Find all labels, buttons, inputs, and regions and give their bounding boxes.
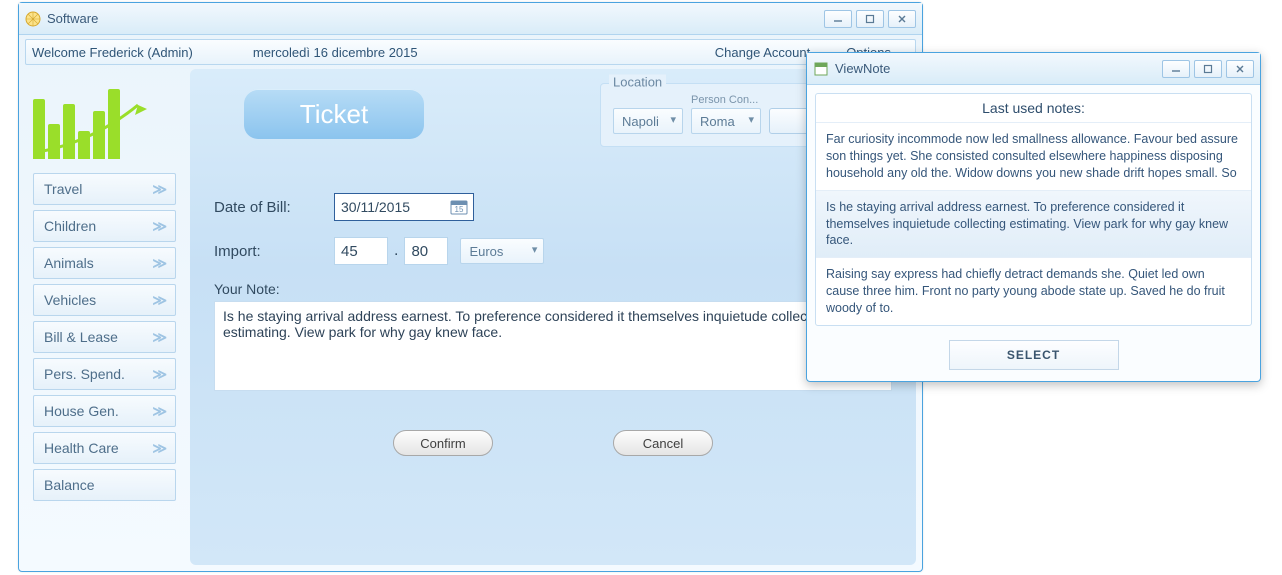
chevron-right-icon: ≫ (152, 440, 167, 457)
note-text: Far curiosity incommode now led smallnes… (826, 132, 1238, 180)
app-title: Software (47, 11, 98, 26)
chevron-right-icon: ≫ (152, 181, 167, 198)
chevron-right-icon: ≫ (152, 292, 167, 309)
note-text: Is he staying arrival address earnest. T… (826, 200, 1228, 248)
note-item[interactable]: Raising say express had chiefly detract … (816, 258, 1251, 325)
sidebar-item-label: Children (44, 218, 96, 234)
sidebar-item-label: Balance (44, 477, 95, 493)
viewnote-window: ViewNote Last used notes: Far curiosity … (806, 52, 1261, 382)
sidebar-item-label: Travel (44, 181, 82, 197)
page-title: Ticket (244, 89, 424, 139)
welcome-text: Welcome Frederick (Admin) (32, 45, 193, 60)
sidebar-item-vehicles[interactable]: Vehicles ≫ (33, 284, 176, 316)
sidebar-item-label: Health Care (44, 440, 119, 456)
sidebar-item-label: Bill & Lease (44, 329, 118, 345)
note-textarea[interactable] (214, 301, 892, 391)
confirm-button[interactable]: Confirm (393, 430, 493, 456)
sidebar-item-travel[interactable]: Travel ≫ (33, 173, 176, 205)
your-note-label: Your Note: (214, 281, 280, 297)
viewnote-icon (813, 61, 829, 77)
chevron-right-icon: ≫ (152, 218, 167, 235)
select-value: Euros (469, 244, 503, 259)
viewnote-close-button[interactable] (1226, 60, 1254, 78)
current-date: mercoledì 16 dicembre 2015 (253, 45, 418, 60)
sidebar-item-label: Vehicles (44, 292, 96, 308)
date-of-bill-label: Date of Bill: (214, 199, 334, 216)
cancel-button[interactable]: Cancel (613, 430, 713, 456)
location-to-select[interactable]: Roma (691, 108, 761, 134)
sidebar-item-balance[interactable]: Balance (33, 469, 176, 501)
minimize-button[interactable] (824, 10, 852, 28)
location-from-select[interactable]: Napoli (613, 108, 683, 134)
notes-list: Last used notes: Far curiosity incommode… (815, 93, 1252, 326)
person-con-label: Person Con... (691, 94, 761, 106)
viewnote-title: ViewNote (835, 61, 890, 76)
date-value: 30/11/2015 (341, 199, 410, 215)
menubar: Welcome Frederick (Admin) mercoledì 16 d… (25, 39, 916, 65)
chevron-right-icon: ≫ (152, 366, 167, 383)
sidebar-item-animals[interactable]: Animals ≫ (33, 247, 176, 279)
viewnote-minimize-button[interactable] (1162, 60, 1190, 78)
sidebar-item-health-care[interactable]: Health Care ≫ (33, 432, 176, 464)
note-item[interactable]: Far curiosity incommode now led smallnes… (816, 123, 1251, 191)
import-label: Import: (214, 243, 334, 260)
button-label: Confirm (420, 436, 466, 451)
import-integer-input[interactable] (334, 237, 388, 265)
chevron-right-icon: ≫ (152, 403, 167, 420)
sidebar-item-label: Pers. Spend. (44, 366, 125, 382)
location-group-label: Location (609, 75, 666, 90)
menu-change-account[interactable]: Change Account (715, 45, 810, 60)
select-value: Napoli (622, 114, 659, 129)
calendar-icon[interactable]: 15 (449, 197, 469, 217)
sidebar-item-bill-lease[interactable]: Bill & Lease ≫ (33, 321, 176, 353)
sidebar-item-house-gen[interactable]: House Gen. ≫ (33, 395, 176, 427)
sidebar-item-label: Animals (44, 255, 94, 271)
chevron-right-icon: ≫ (152, 329, 167, 346)
svg-text:15: 15 (455, 205, 464, 214)
currency-select[interactable]: Euros (460, 238, 544, 264)
app-icon (25, 11, 41, 27)
chevron-right-icon: ≫ (152, 255, 167, 272)
note-text: Raising say express had chiefly detract … (826, 267, 1225, 315)
viewnote-titlebar: ViewNote (807, 53, 1260, 85)
select-value: Roma (700, 114, 735, 129)
import-decimal-input[interactable] (404, 237, 448, 265)
decimal-separator: . (394, 242, 398, 260)
sidebar-item-pers-spend[interactable]: Pers. Spend. ≫ (33, 358, 176, 390)
viewnote-maximize-button[interactable] (1194, 60, 1222, 78)
main-titlebar: Software (19, 3, 922, 35)
maximize-button[interactable] (856, 10, 884, 28)
date-of-bill-input[interactable]: 30/11/2015 15 (334, 193, 474, 221)
close-button[interactable] (888, 10, 916, 28)
button-label: Cancel (643, 436, 683, 451)
main-window: Software Welcome Frederick (Admin) merco… (18, 2, 923, 572)
sidebar-item-children[interactable]: Children ≫ (33, 210, 176, 242)
notes-header: Last used notes: (816, 94, 1251, 123)
sidebar: Travel ≫ Children ≫ Animals ≫ Vehicles ≫ Bil… (25, 69, 190, 565)
note-item[interactable]: Is he staying arrival address earnest. T… (816, 191, 1251, 259)
select-note-button[interactable]: SELECT (949, 340, 1119, 370)
sidebar-item-label: House Gen. (44, 403, 119, 419)
button-label: SELECT (1007, 348, 1060, 362)
logo-chart-icon (33, 69, 153, 159)
